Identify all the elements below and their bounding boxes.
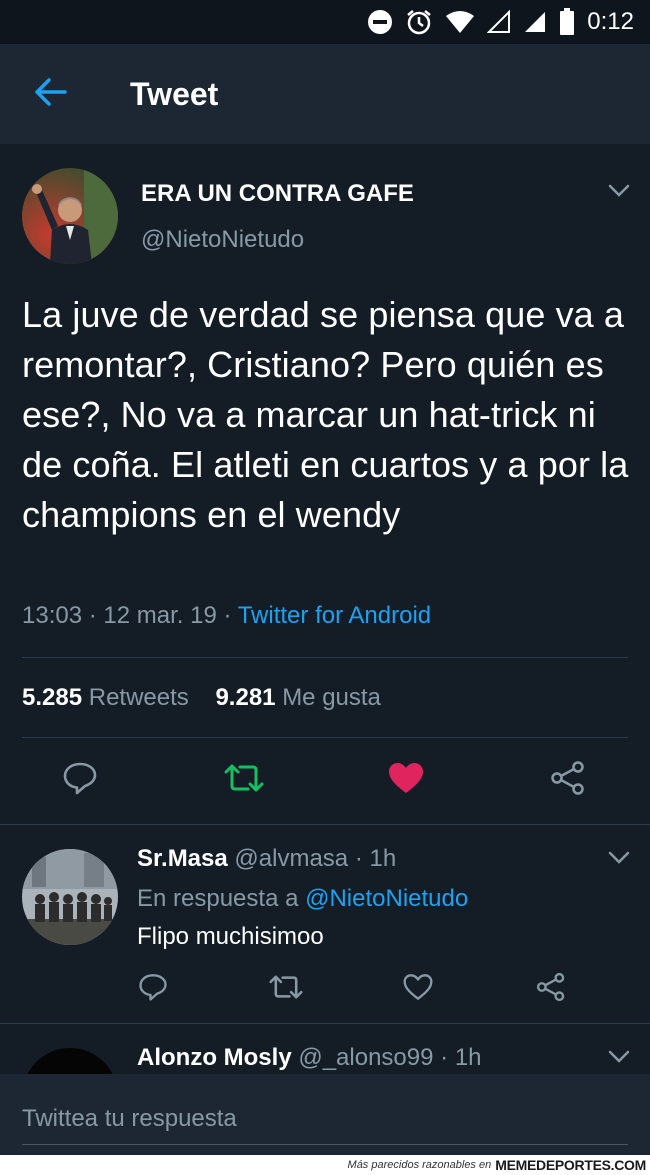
author-handle[interactable]: @NietoNietudo bbox=[141, 226, 304, 254]
likes-count: 9.281 bbox=[215, 684, 276, 711]
reply-tweet[interactable]: Alonzo Mosly @_alonso99 · 1h bbox=[0, 1024, 650, 1075]
page-title: Tweet bbox=[130, 75, 219, 112]
tweet-options-button[interactable] bbox=[604, 178, 634, 208]
author-name[interactable]: ERA UN CONTRA GAFE bbox=[141, 180, 414, 208]
reply-button[interactable] bbox=[131, 967, 175, 1011]
reply-options-button[interactable] bbox=[604, 845, 634, 875]
meta-separator: · bbox=[440, 1044, 455, 1071]
app-header: Tweet bbox=[0, 44, 650, 144]
reply-author-handle[interactable]: @_alonso99 bbox=[298, 1044, 433, 1071]
likes-label: Me gusta bbox=[282, 684, 381, 711]
alarm-icon bbox=[405, 8, 433, 36]
replying-to: En respuesta a @NietoNietudo bbox=[137, 885, 468, 913]
replying-to-mention[interactable]: @NietoNietudo bbox=[305, 885, 468, 912]
battery-icon bbox=[559, 8, 575, 36]
tweet-client-link[interactable]: Twitter for Android bbox=[238, 602, 431, 629]
status-bar: 0:12 bbox=[0, 0, 650, 44]
divider bbox=[22, 657, 628, 658]
avatar[interactable] bbox=[22, 1048, 118, 1074]
reply-header: Alonzo Mosly @_alonso99 · 1h bbox=[137, 1044, 482, 1072]
arrow-back-icon bbox=[33, 77, 67, 112]
retweet-button[interactable] bbox=[264, 967, 308, 1011]
chevron-down-icon bbox=[608, 851, 630, 870]
tweet-meta: 13:03 · 12 mar. 19 · Twitter for Android bbox=[22, 602, 431, 630]
heart-icon bbox=[403, 973, 433, 1006]
chevron-down-icon bbox=[608, 1050, 630, 1069]
reply-author-name[interactable]: Sr.Masa bbox=[137, 845, 228, 872]
wifi-icon bbox=[445, 10, 475, 34]
likes-stat[interactable]: 9.281 Me gusta bbox=[215, 684, 380, 711]
like-button[interactable] bbox=[396, 967, 440, 1011]
meta-separator: · bbox=[354, 845, 370, 872]
share-button[interactable] bbox=[529, 967, 573, 1011]
clock: 0:12 bbox=[587, 8, 634, 35]
reply-author-handle[interactable]: @alvmasa bbox=[234, 845, 348, 872]
reply-tweet[interactable]: Sr.Masa @alvmasa · 1h En respuesta a @Ni… bbox=[0, 825, 650, 1024]
like-button[interactable] bbox=[384, 758, 428, 802]
tweet-text: La juve de verdad se piensa que va a rem… bbox=[22, 294, 629, 535]
reply-icon bbox=[62, 760, 98, 801]
tweet-stats: 5.285 Retweets 9.281 Me gusta bbox=[22, 684, 381, 712]
reply-icon bbox=[138, 972, 168, 1007]
chevron-down-icon bbox=[608, 184, 630, 203]
reply-input[interactable] bbox=[22, 1094, 628, 1145]
avatar[interactable] bbox=[22, 849, 118, 945]
main-tweet: ERA UN CONTRA GAFE @NietoNietudo La juve… bbox=[0, 144, 650, 825]
watermark-tagline: Más parecidos razonables en bbox=[347, 1159, 492, 1171]
meta-separator: · bbox=[223, 602, 238, 629]
do-not-disturb-icon bbox=[367, 9, 393, 35]
avatar[interactable] bbox=[22, 168, 118, 264]
retweet-button[interactable] bbox=[222, 758, 266, 802]
reply-time: 1h bbox=[454, 1044, 482, 1071]
reply-header: Sr.Masa @alvmasa · 1h bbox=[137, 845, 396, 873]
retweets-label: Retweets bbox=[88, 684, 189, 711]
share-icon bbox=[536, 972, 566, 1007]
replying-to-label: En respuesta a bbox=[137, 885, 299, 912]
back-button[interactable] bbox=[20, 64, 80, 124]
tweet-date: 12 mar. 19 bbox=[103, 602, 217, 629]
tweet-time: 13:03 bbox=[22, 602, 83, 629]
reply-time: 1h bbox=[369, 845, 397, 872]
share-button[interactable] bbox=[546, 758, 590, 802]
divider bbox=[22, 737, 628, 738]
retweets-stat[interactable]: 5.285 Retweets bbox=[22, 684, 189, 711]
watermark: Más parecidos razonables en MEMEDEPORTES… bbox=[0, 1155, 650, 1175]
retweets-count: 5.285 bbox=[22, 684, 83, 711]
reply-options-button[interactable] bbox=[604, 1044, 634, 1074]
retweet-icon bbox=[269, 973, 303, 1006]
reply-author-name[interactable]: Alonzo Mosly bbox=[137, 1044, 292, 1071]
reply-button[interactable] bbox=[58, 758, 102, 802]
retweet-icon bbox=[224, 762, 264, 799]
meta-separator: · bbox=[88, 602, 104, 629]
watermark-logo: MEMEDEPORTES.COM bbox=[495, 1157, 646, 1173]
signal-icon bbox=[523, 10, 547, 34]
heart-icon bbox=[388, 762, 424, 799]
reply-text: Flipo muchisimoo bbox=[137, 923, 324, 950]
share-icon bbox=[550, 760, 586, 801]
signal-empty-icon bbox=[487, 10, 511, 34]
tweet-actions bbox=[0, 758, 650, 808]
